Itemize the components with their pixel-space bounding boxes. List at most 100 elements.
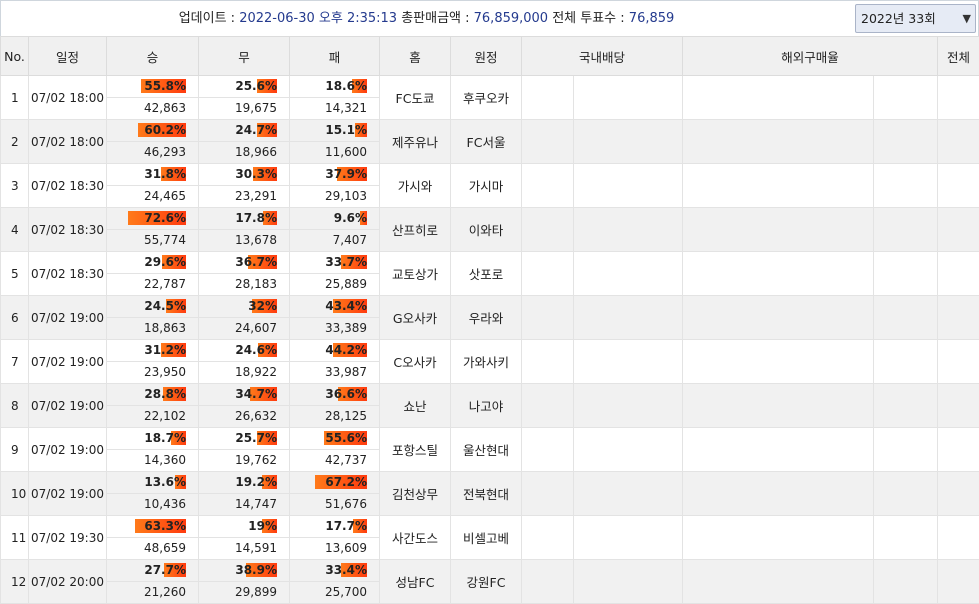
overseas-rate [683, 208, 874, 252]
lose-pct-label: 15.1% [325, 123, 367, 137]
match-no: 10 [1, 472, 29, 516]
overseas-detail [874, 120, 938, 164]
draw-pct-label: 38.9% [235, 563, 277, 577]
col-home: 홈 [380, 37, 451, 76]
table-row[interactable]: 907/02 19:0018.7%25.7%55.6%포항스틸울산현대- [1, 428, 979, 450]
table-row[interactable]: 707/02 19:0031.2%24.6%44.2%C오사카가와사키- [1, 340, 979, 362]
table-header-row: No. 일정 승 무 패 홈 원정 국내배당 해외구매율 전체 결과 [1, 37, 979, 76]
update-label: 업데이트 : [179, 11, 240, 26]
win-pct-cell: 55.8% [107, 76, 198, 97]
lose-pct-label: 33.7% [325, 255, 367, 269]
domestic-odds-b [574, 384, 683, 428]
count-draw: 29,899 [199, 582, 290, 604]
count-draw: 24,607 [199, 318, 290, 340]
pct-draw: 32% [199, 296, 290, 318]
total-cell [938, 472, 979, 516]
count-lose: 25,700 [290, 582, 380, 604]
lose-count: 33,987 [290, 362, 379, 383]
match-date: 07/02 19:00 [29, 428, 107, 472]
match-no: 1 [1, 76, 29, 120]
lose-count: 51,676 [290, 494, 379, 515]
count-lose: 25,889 [290, 274, 380, 296]
draw-count: 28,183 [199, 274, 289, 295]
home-team: 쇼난 [380, 384, 451, 428]
win-pct-label: 24.5% [144, 299, 186, 313]
count-win: 14,360 [107, 450, 199, 472]
pct-draw: 30.3% [199, 164, 290, 186]
total-cell [938, 76, 979, 120]
overseas-detail [874, 76, 938, 120]
domestic-odds-b [574, 516, 683, 560]
table-row[interactable]: 207/02 18:0060.2%24.7%15.1%제주유나FC서울- [1, 120, 979, 142]
lose-pct-cell: 37.9% [290, 164, 379, 185]
win-count: 21,260 [107, 582, 198, 603]
win-pct-label: 27.7% [144, 563, 186, 577]
draw-count: 19,675 [199, 98, 289, 119]
domestic-odds-b [574, 428, 683, 472]
draw-count: 14,591 [199, 538, 289, 559]
draw-pct-cell: 17.8% [199, 208, 289, 229]
table-row[interactable]: 1107/02 19:3063.3%19%17.7%사간도스비셀고베- [1, 516, 979, 538]
overseas-detail [874, 560, 938, 604]
count-draw: 14,591 [199, 538, 290, 560]
win-pct-label: 60.2% [144, 123, 186, 137]
draw-count: 18,922 [199, 362, 289, 383]
draw-pct-cell: 34.7% [199, 384, 289, 405]
overseas-rate [683, 76, 874, 120]
home-team: 사간도스 [380, 516, 451, 560]
round-select[interactable]: 2022년 33회 ▼ [855, 4, 976, 33]
home-team: 가시와 [380, 164, 451, 208]
lose-count: 28,125 [290, 406, 379, 427]
table-row[interactable]: 407/02 18:3072.6%17.8%9.6%산프히로이와타- [1, 208, 979, 230]
table-row[interactable]: 807/02 19:0028.8%34.7%36.6%쇼난나고야- [1, 384, 979, 406]
draw-pct-cell: 36.7% [199, 252, 289, 273]
draw-pct-cell: 38.9% [199, 560, 289, 581]
domestic-odds-a [522, 164, 574, 208]
match-table: No. 일정 승 무 패 홈 원정 국내배당 해외구매율 전체 결과 107/0… [0, 36, 979, 604]
pct-draw: 17.8% [199, 208, 290, 230]
lose-pct-cell: 15.1% [290, 120, 379, 141]
domestic-odds-a [522, 472, 574, 516]
overseas-rate [683, 340, 874, 384]
win-pct-label: 31.2% [144, 343, 186, 357]
pct-win: 24.5% [107, 296, 199, 318]
lose-count: 13,609 [290, 538, 379, 559]
win-pct-cell: 31.2% [107, 340, 198, 361]
overseas-detail [874, 472, 938, 516]
draw-pct-label: 17.8% [235, 211, 277, 225]
match-no: 7 [1, 340, 29, 384]
total-cell [938, 296, 979, 340]
table-row[interactable]: 1207/02 20:0027.7%38.9%33.4%성남FC강원FC- [1, 560, 979, 582]
table-row[interactable]: 107/02 18:0055.8%25.6%18.6%FC도쿄후쿠오카- [1, 76, 979, 98]
table-row[interactable]: 507/02 18:3029.6%36.7%33.7%교토상가삿포로- [1, 252, 979, 274]
home-team: 제주유나 [380, 120, 451, 164]
col-schedule: 일정 [29, 37, 107, 76]
match-date: 07/02 19:00 [29, 296, 107, 340]
table-row[interactable]: 607/02 19:0024.5%32%43.4%G오사카우라와- [1, 296, 979, 318]
win-pct-cell: 72.6% [107, 208, 198, 229]
match-date: 07/02 19:00 [29, 472, 107, 516]
match-date: 07/02 19:00 [29, 384, 107, 428]
match-date: 07/02 19:00 [29, 340, 107, 384]
match-no: 4 [1, 208, 29, 252]
pct-win: 27.7% [107, 560, 199, 582]
overseas-detail [874, 296, 938, 340]
win-count: 18,863 [107, 318, 198, 339]
total-cell [938, 252, 979, 296]
count-draw: 14,747 [199, 494, 290, 516]
count-win: 23,950 [107, 362, 199, 384]
table-row[interactable]: 307/02 18:3031.8%30.3%37.9%가시와가시마- [1, 164, 979, 186]
overseas-rate [683, 164, 874, 208]
pct-lose: 44.2% [290, 340, 380, 362]
pct-draw: 34.7% [199, 384, 290, 406]
win-pct-label: 13.6% [144, 475, 186, 489]
count-lose: 14,321 [290, 98, 380, 120]
votes-label: 전체 투표수 : [548, 11, 629, 26]
domestic-odds-b [574, 120, 683, 164]
home-team: FC도쿄 [380, 76, 451, 120]
pct-win: 63.3% [107, 516, 199, 538]
table-row[interactable]: 1007/02 19:0013.6%19.2%67.2%김천상무전북현대- [1, 472, 979, 494]
lose-pct-label: 67.2% [325, 475, 367, 489]
away-team: 비셀고베 [451, 516, 522, 560]
overseas-detail [874, 340, 938, 384]
